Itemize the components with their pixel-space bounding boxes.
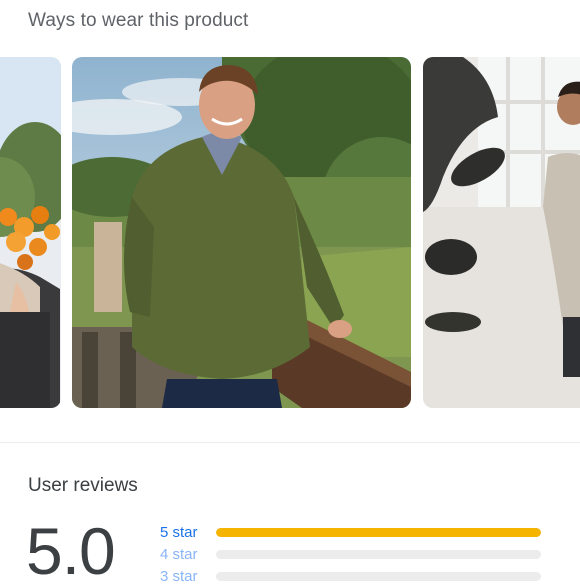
rating-row-5-fill — [216, 528, 541, 537]
ways-card-2-image — [72, 57, 411, 408]
rating-row-5-label: 5 star — [160, 524, 198, 541]
user-reviews-title: User reviews — [28, 475, 138, 496]
ways-card-3-image — [423, 57, 580, 408]
rating-row-5[interactable]: 5 star — [158, 522, 548, 544]
rating-row-4-label: 4 star — [160, 546, 198, 563]
ways-card-1[interactable] — [0, 57, 61, 408]
ways-card-1-image — [0, 57, 61, 408]
rating-row-3-label: 3 star — [160, 568, 198, 585]
rating-row-5-track — [216, 528, 541, 537]
rating-distribution: 5 star 4 star 3 star — [158, 522, 548, 588]
rating-row-4-track — [216, 550, 541, 559]
rating-row-3[interactable]: 3 star — [158, 566, 548, 588]
ways-card-3[interactable] — [423, 57, 580, 408]
ways-card-2[interactable] — [72, 57, 411, 408]
ways-section-title: Ways to wear this product — [28, 10, 249, 31]
rating-row-4[interactable]: 4 star — [158, 544, 548, 566]
average-rating: 5.0 — [26, 514, 116, 588]
ways-to-wear-carousel[interactable] — [0, 57, 580, 408]
section-divider — [0, 442, 580, 443]
